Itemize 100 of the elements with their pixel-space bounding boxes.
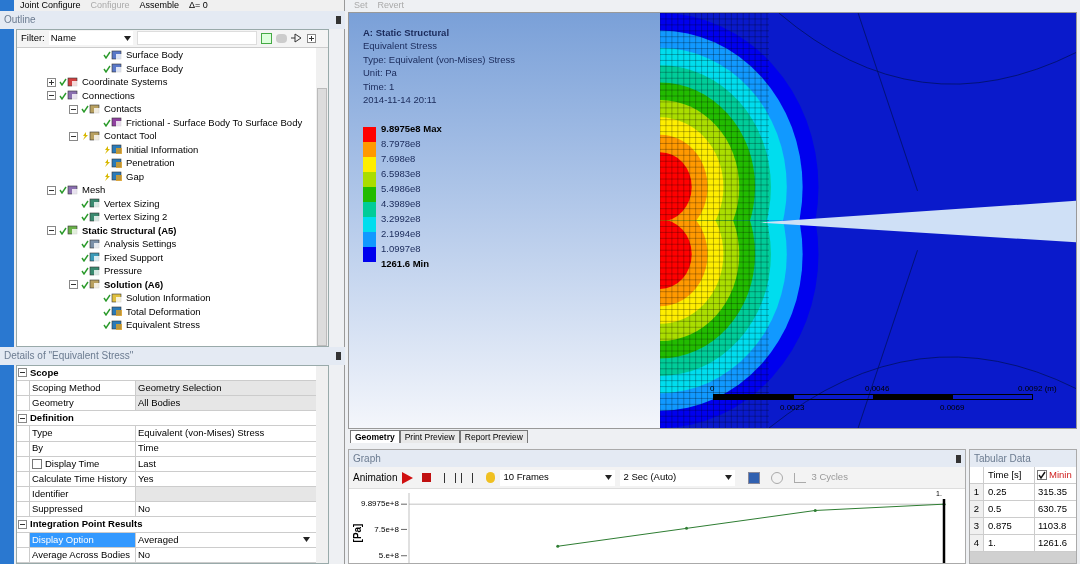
property-value[interactable]: Last: [136, 456, 316, 471]
tree-item[interactable]: Total Deformation: [126, 304, 201, 319]
table-cell-text: 315.35: [1037, 484, 1069, 499]
pin-icon[interactable]: [956, 454, 961, 463]
legend-label: 8.7978e8: [381, 136, 421, 151]
tree-item[interactable]: Surface Body: [126, 61, 184, 76]
toolbar-button[interactable]: Assemble: [139, 0, 180, 10]
tree-item[interactable]: Frictional - Surface Body To Surface Body: [126, 115, 303, 130]
scrollbar[interactable]: [316, 47, 328, 346]
column-header[interactable]: Time [s]: [984, 467, 1035, 483]
row-number: 4: [970, 535, 984, 551]
tree-item[interactable]: Fixed Support: [104, 250, 164, 265]
collapse-icon[interactable]: [18, 368, 27, 378]
tree-filter-icon[interactable]: [290, 33, 303, 44]
legend-label: 9.8975e8 Max: [381, 121, 442, 136]
property-value[interactable]: Equivalent (von-Mises) Stress: [136, 426, 316, 441]
tree-item[interactable]: Contact Tool: [104, 129, 157, 144]
property-label[interactable]: Suppressed: [29, 502, 136, 517]
tree-item[interactable]: Equivalent Stress: [126, 318, 200, 333]
legend-label: 3.2992e8: [381, 211, 421, 226]
checkbox[interactable]: [32, 458, 42, 469]
node-icon: [89, 279, 101, 291]
table-cell: 0.25: [984, 484, 1035, 500]
scale-label: 0.0023: [780, 401, 805, 414]
scale-label: 0.0092 (m): [1018, 382, 1057, 395]
cycles-label: 3 Cycles: [811, 470, 848, 485]
tree-item[interactable]: Coordinate Systems: [82, 75, 168, 90]
tree-item[interactable]: Connections: [82, 88, 135, 103]
property-label[interactable]: By: [29, 441, 136, 456]
frames-icon[interactable]: [444, 472, 457, 483]
caret-icon[interactable]: [725, 475, 733, 480]
checkbox[interactable]: [1037, 470, 1047, 480]
column-header[interactable]: Minin: [1049, 467, 1072, 483]
collapse-icon[interactable]: [69, 280, 78, 290]
toolbar-button[interactable]: Δ= 0: [189, 0, 208, 10]
result-info-text: Time: 1: [363, 79, 395, 94]
property-value[interactable]: Time: [136, 441, 316, 456]
view-tab[interactable]: Geometry: [350, 430, 400, 443]
property-label[interactable]: Display Time: [29, 456, 136, 471]
property-value[interactable]: Yes: [136, 471, 316, 487]
tree-item[interactable]: Surface Body: [126, 48, 184, 63]
node-icon: [111, 117, 123, 129]
caret-icon[interactable]: [123, 35, 131, 41]
pin-icon[interactable]: [336, 351, 341, 360]
row-number: 2: [970, 501, 984, 517]
property-label[interactable]: Average Across Bodies: [29, 547, 136, 562]
stop-icon[interactable]: [422, 473, 432, 482]
filter-label: Filter:: [21, 30, 45, 45]
frames-icon[interactable]: [461, 472, 474, 483]
property-value[interactable]: Averaged: [136, 532, 316, 547]
property-value[interactable]: No: [136, 502, 316, 517]
toolbar-button[interactable]: Joint Configure: [20, 0, 81, 10]
panel-title: Graph: [353, 452, 381, 466]
search-field[interactable]: [136, 31, 257, 46]
pin-icon[interactable]: [336, 15, 341, 24]
node-icon: [111, 292, 123, 304]
scrollbar[interactable]: [316, 365, 328, 563]
section-header: Definition: [30, 411, 74, 426]
tree-item[interactable]: Gap: [126, 169, 144, 184]
result-info-text: 2014-11-14 20:11: [363, 93, 437, 107]
property-label[interactable]: Calculate Time History: [29, 471, 136, 487]
collapse-icon[interactable]: [18, 413, 27, 423]
filter-dropdown[interactable]: Name: [48, 31, 133, 46]
tree-item[interactable]: Solution Information: [126, 291, 211, 306]
legend-label: 6.5983e8: [381, 166, 421, 181]
view-tab[interactable]: Report Preview: [459, 430, 528, 443]
collapse-icon[interactable]: [47, 91, 56, 101]
view-tab[interactable]: Print Preview: [399, 430, 460, 443]
tree-item[interactable]: Pressure: [104, 264, 142, 279]
time-cursor: [942, 499, 946, 563]
legend-label: 5.4986e8: [381, 181, 421, 196]
frames-dropdown[interactable]: 10 Frames: [500, 469, 616, 486]
node-icon: [111, 319, 123, 331]
collapse-icon[interactable]: [47, 185, 56, 195]
scale-label: 0.0046: [865, 382, 890, 395]
caret-icon[interactable]: [303, 537, 310, 543]
node-icon: [67, 225, 79, 237]
property-label[interactable]: Type: [29, 426, 136, 441]
expand-icon[interactable]: [47, 77, 56, 87]
caret-icon[interactable]: [605, 475, 613, 480]
collapse-icon[interactable]: [69, 131, 78, 141]
table-cell-text: 1103.8: [1037, 518, 1068, 533]
duration-dropdown[interactable]: 2 Sec (Auto): [620, 469, 736, 486]
tree-item[interactable]: Analysis Settings: [104, 237, 177, 252]
node-icon: [89, 198, 101, 210]
tree-item[interactable]: Vertex Sizing: [104, 196, 160, 211]
expand-icon[interactable]: [306, 33, 316, 43]
result-info-text: Type: Equivalent (von-Mises) Stress: [363, 52, 516, 67]
tree-item[interactable]: Static Structural (A5): [82, 223, 177, 238]
property-value[interactable]: No: [136, 547, 316, 562]
tree-item[interactable]: Contacts: [104, 102, 142, 117]
collapse-icon[interactable]: [69, 104, 78, 114]
tree-item[interactable]: Vertex Sizing 2: [104, 210, 168, 225]
collapse-icon[interactable]: [47, 226, 56, 236]
tree-item[interactable]: Solution (A6): [104, 277, 164, 292]
node-icon: [111, 171, 123, 183]
tree-item[interactable]: Mesh: [82, 183, 106, 198]
tree-item[interactable]: Initial Information: [126, 142, 199, 157]
collapse-icon[interactable]: [18, 520, 27, 530]
tree-item[interactable]: Penetration: [126, 156, 175, 171]
